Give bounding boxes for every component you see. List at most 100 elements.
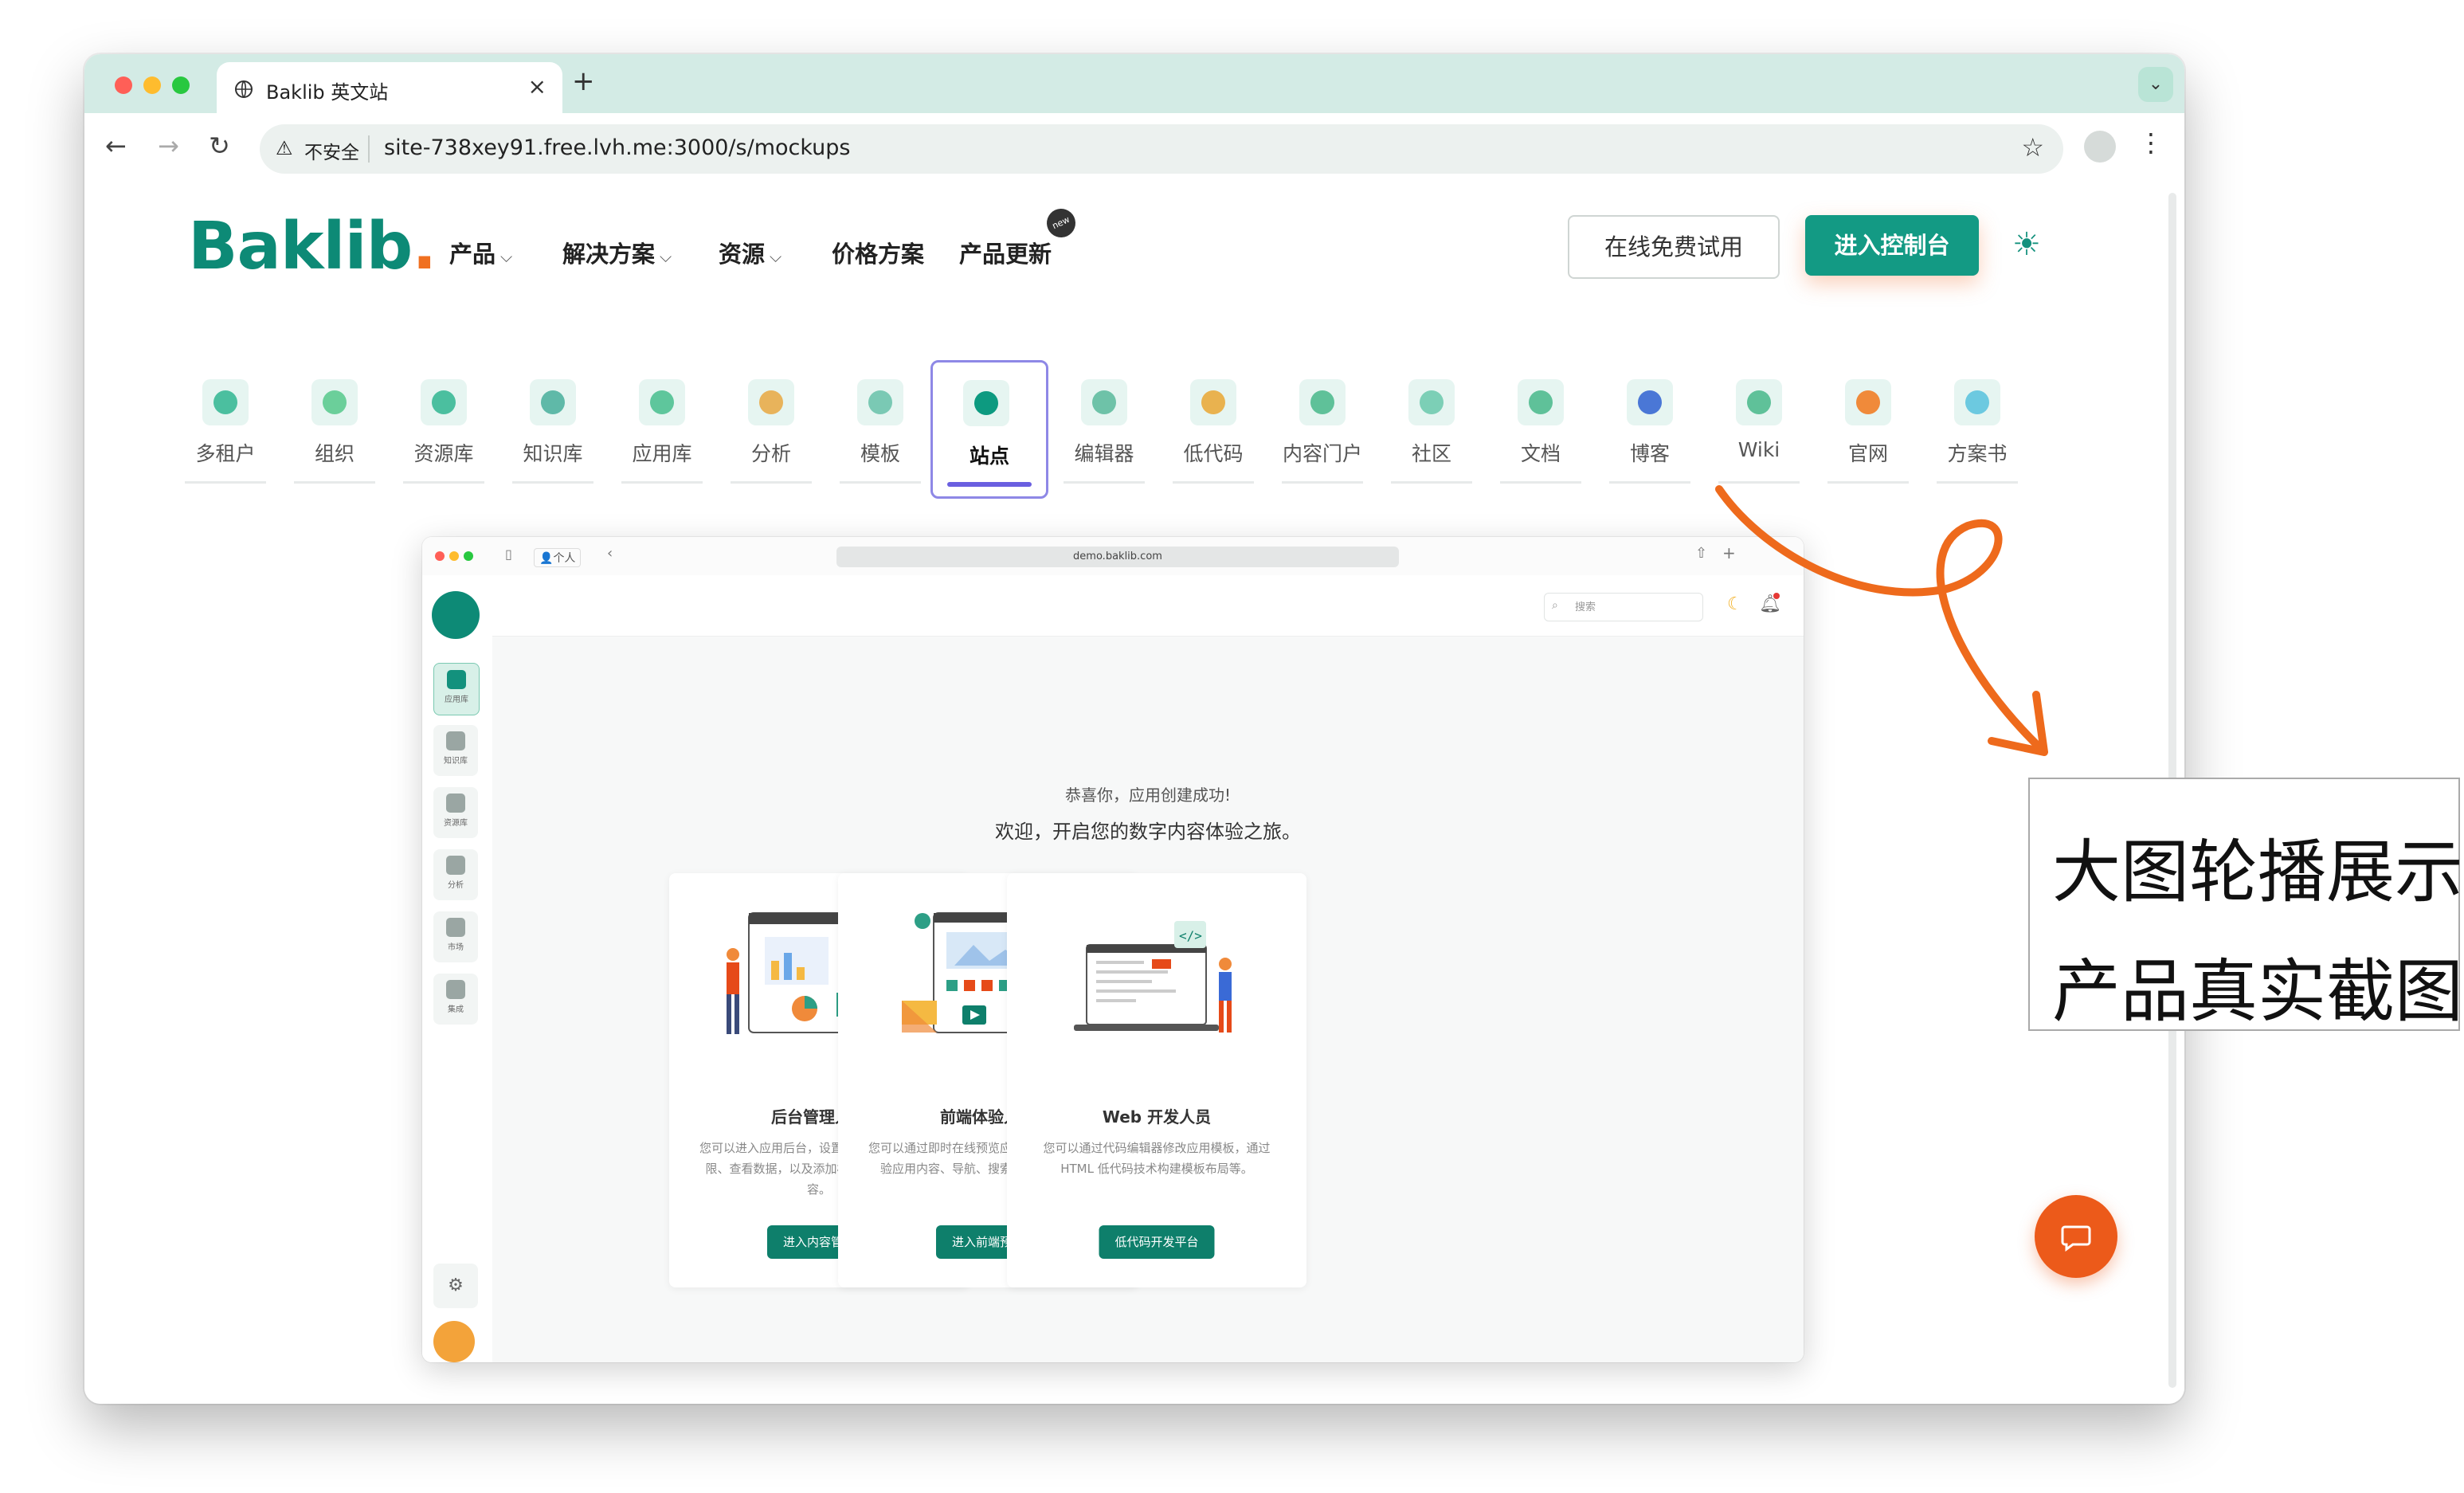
category-tab-8[interactable]: 编辑器 — [1059, 368, 1150, 488]
nav-item-resources[interactable]: 资源 ⌵ — [719, 236, 782, 269]
category-label: 内容门户 — [1282, 442, 1362, 465]
category-underline — [621, 481, 703, 484]
download-icon — [1408, 379, 1455, 425]
tab-title: Baklib 英文站 — [266, 81, 389, 104]
category-tab-6[interactable]: 模板 — [835, 368, 926, 488]
category-underline — [512, 481, 593, 484]
pin-icon — [963, 380, 1009, 426]
new-tab-button[interactable]: + — [572, 65, 595, 97]
category-label: 文档 — [1520, 442, 1561, 465]
tab-list-button[interactable]: ⌄ — [2138, 67, 2173, 102]
category-tab-15[interactable]: 官网 — [1823, 368, 1914, 488]
nav-item-solutions[interactable]: 解决方案 ⌵ — [562, 236, 672, 269]
share-icon: ⇧ — [1695, 545, 1708, 562]
category-tab-9[interactable]: 低代码 — [1168, 368, 1259, 488]
category-tab-2[interactable]: 资源库 — [398, 368, 489, 488]
rails-icon — [1190, 379, 1236, 425]
mock-sidebar-item-1: 知识库 — [433, 725, 478, 776]
sidebar-item-icon — [446, 980, 465, 999]
category-label: 模板 — [860, 442, 900, 465]
nav-label: 价格方案 — [832, 241, 925, 268]
e-icon — [530, 379, 576, 425]
nav-label: 产品更新 — [959, 241, 1052, 268]
sun-theme-icon[interactable]: ☀ — [2012, 226, 2041, 263]
developer-illustration: </> — [1074, 921, 1232, 1033]
chevron-down-icon: ⌵ — [500, 247, 513, 266]
nav-item-pricing[interactable]: 价格方案 — [832, 236, 924, 269]
back-arrow-icon[interactable]: ← — [105, 131, 127, 161]
nav-item-updates[interactable]: 产品更新 — [959, 236, 1052, 269]
category-tab-0[interactable]: 多租户 — [180, 368, 271, 488]
icon-glyph — [432, 390, 456, 414]
icon-glyph — [1310, 390, 1334, 414]
logo-dot: . — [412, 209, 437, 284]
sidebar-toggle-icon: ▯ — [505, 547, 512, 562]
category-underline — [1609, 481, 1690, 484]
category-tab-3[interactable]: 知识库 — [507, 368, 598, 488]
maximize-window-button[interactable] — [172, 76, 190, 94]
nav-label: 解决方案 — [562, 241, 656, 268]
chevron-down-icon: ⌵ — [660, 247, 672, 266]
sidebar-item-icon — [446, 794, 465, 813]
icon-glyph — [1965, 390, 1989, 414]
close-window-button[interactable] — [115, 76, 132, 94]
mock-sidebar-item-5: 集成 — [433, 974, 478, 1025]
category-tab-14[interactable]: Wiki — [1714, 368, 1804, 488]
warning-icon: ⚠ — [276, 137, 293, 159]
category-underline — [294, 481, 375, 484]
forward-arrow-icon[interactable]: → — [158, 131, 179, 161]
sidebar-item-label: 市场 — [448, 943, 464, 952]
reload-icon[interactable]: ↻ — [209, 131, 230, 161]
profile-avatar-icon[interactable] — [2084, 131, 2116, 163]
mock-sidebar: 应用库 知识库 资源库 分析 市场 集成 ⚙ — [422, 575, 493, 1362]
category-tab-5[interactable]: 分析 — [726, 368, 817, 488]
sidebar-item-label: 应用库 — [445, 696, 468, 704]
enter-console-button[interactable]: 进入控制台 — [1805, 215, 1979, 276]
browser-tab[interactable]: Baklib 英文站 × — [217, 62, 562, 113]
minimize-window-button[interactable] — [143, 76, 161, 94]
product-screenshot: ▯ 👤个人 ‹ demo.baklib.com ⇧ + 应用库 知识库 资源库 分析市… — [422, 537, 1804, 1362]
category-tab-12[interactable]: 文档 — [1495, 368, 1586, 488]
category-label: 博客 — [1629, 442, 1670, 465]
marker-icon — [1081, 379, 1127, 425]
icon-glyph — [1420, 390, 1444, 414]
mock-url-text: demo.baklib.com — [1073, 551, 1162, 562]
mock-sidebar-item-2: 资源库 — [433, 787, 478, 838]
category-underline — [1718, 481, 1800, 484]
category-underline — [1827, 481, 1909, 484]
category-label: 资源库 — [413, 442, 474, 465]
more-menu-icon[interactable]: ⋮ — [2138, 127, 2164, 158]
globe-icon — [235, 80, 253, 98]
security-label[interactable]: 不安全 — [304, 137, 359, 164]
category-tab-13[interactable]: 博客 — [1604, 368, 1695, 488]
category-tabs: 多租户 组织 资源库 知识库 应用库 分析 模板 站点 编辑器 低代码 内容门户 社区 文档 博客 Wiki… — [180, 360, 2124, 519]
category-tab-1[interactable]: 组织 — [289, 368, 380, 488]
icon-glyph — [1201, 390, 1225, 414]
category-tab-11[interactable]: 社区 — [1386, 368, 1477, 488]
chart-icon — [748, 379, 794, 425]
category-label: 应用库 — [632, 442, 692, 465]
category-label: 组织 — [314, 442, 355, 465]
category-tab-4[interactable]: 应用库 — [617, 368, 707, 488]
notification-dot — [1773, 593, 1780, 599]
baklib-logo[interactable]: Baklib. — [188, 209, 437, 284]
chat-button[interactable] — [2035, 1195, 2117, 1278]
bookmark-star-icon[interactable]: ☆ — [2021, 132, 2044, 163]
mock-topbar: 搜索 ⌕ ☾ 🔔︎ — [492, 575, 1804, 637]
category-label: 知识库 — [523, 442, 583, 465]
browser-window: Baklib 英文站 × + ⌄ ← → ↻ ⚠ 不安全 site-738xey… — [84, 54, 2184, 1404]
category-underline — [1391, 481, 1472, 484]
url-bar[interactable]: ⚠ 不安全 site-738xey91.free.lvh.me:3000/s/m… — [260, 124, 2063, 174]
category-underline — [1500, 481, 1581, 484]
url-text[interactable]: site-738xey91.free.lvh.me:3000/s/mockups — [384, 135, 850, 160]
free-trial-button[interactable]: 在线免费试用 — [1568, 215, 1780, 279]
category-tab-10[interactable]: 内容门户 — [1277, 368, 1368, 488]
cc-icon — [311, 379, 358, 425]
category-tab-16[interactable]: 方案书 — [1932, 368, 2023, 488]
low-code-platform-button: 低代码开发平台 — [1099, 1225, 1215, 1259]
tab-close-button[interactable]: × — [528, 73, 546, 100]
puzzle-icon — [639, 379, 685, 425]
user-icon: 👤 — [539, 552, 554, 565]
nav-item-products[interactable]: 产品 ⌵ — [449, 236, 512, 269]
category-tab-7[interactable]: 站点 — [930, 360, 1048, 499]
